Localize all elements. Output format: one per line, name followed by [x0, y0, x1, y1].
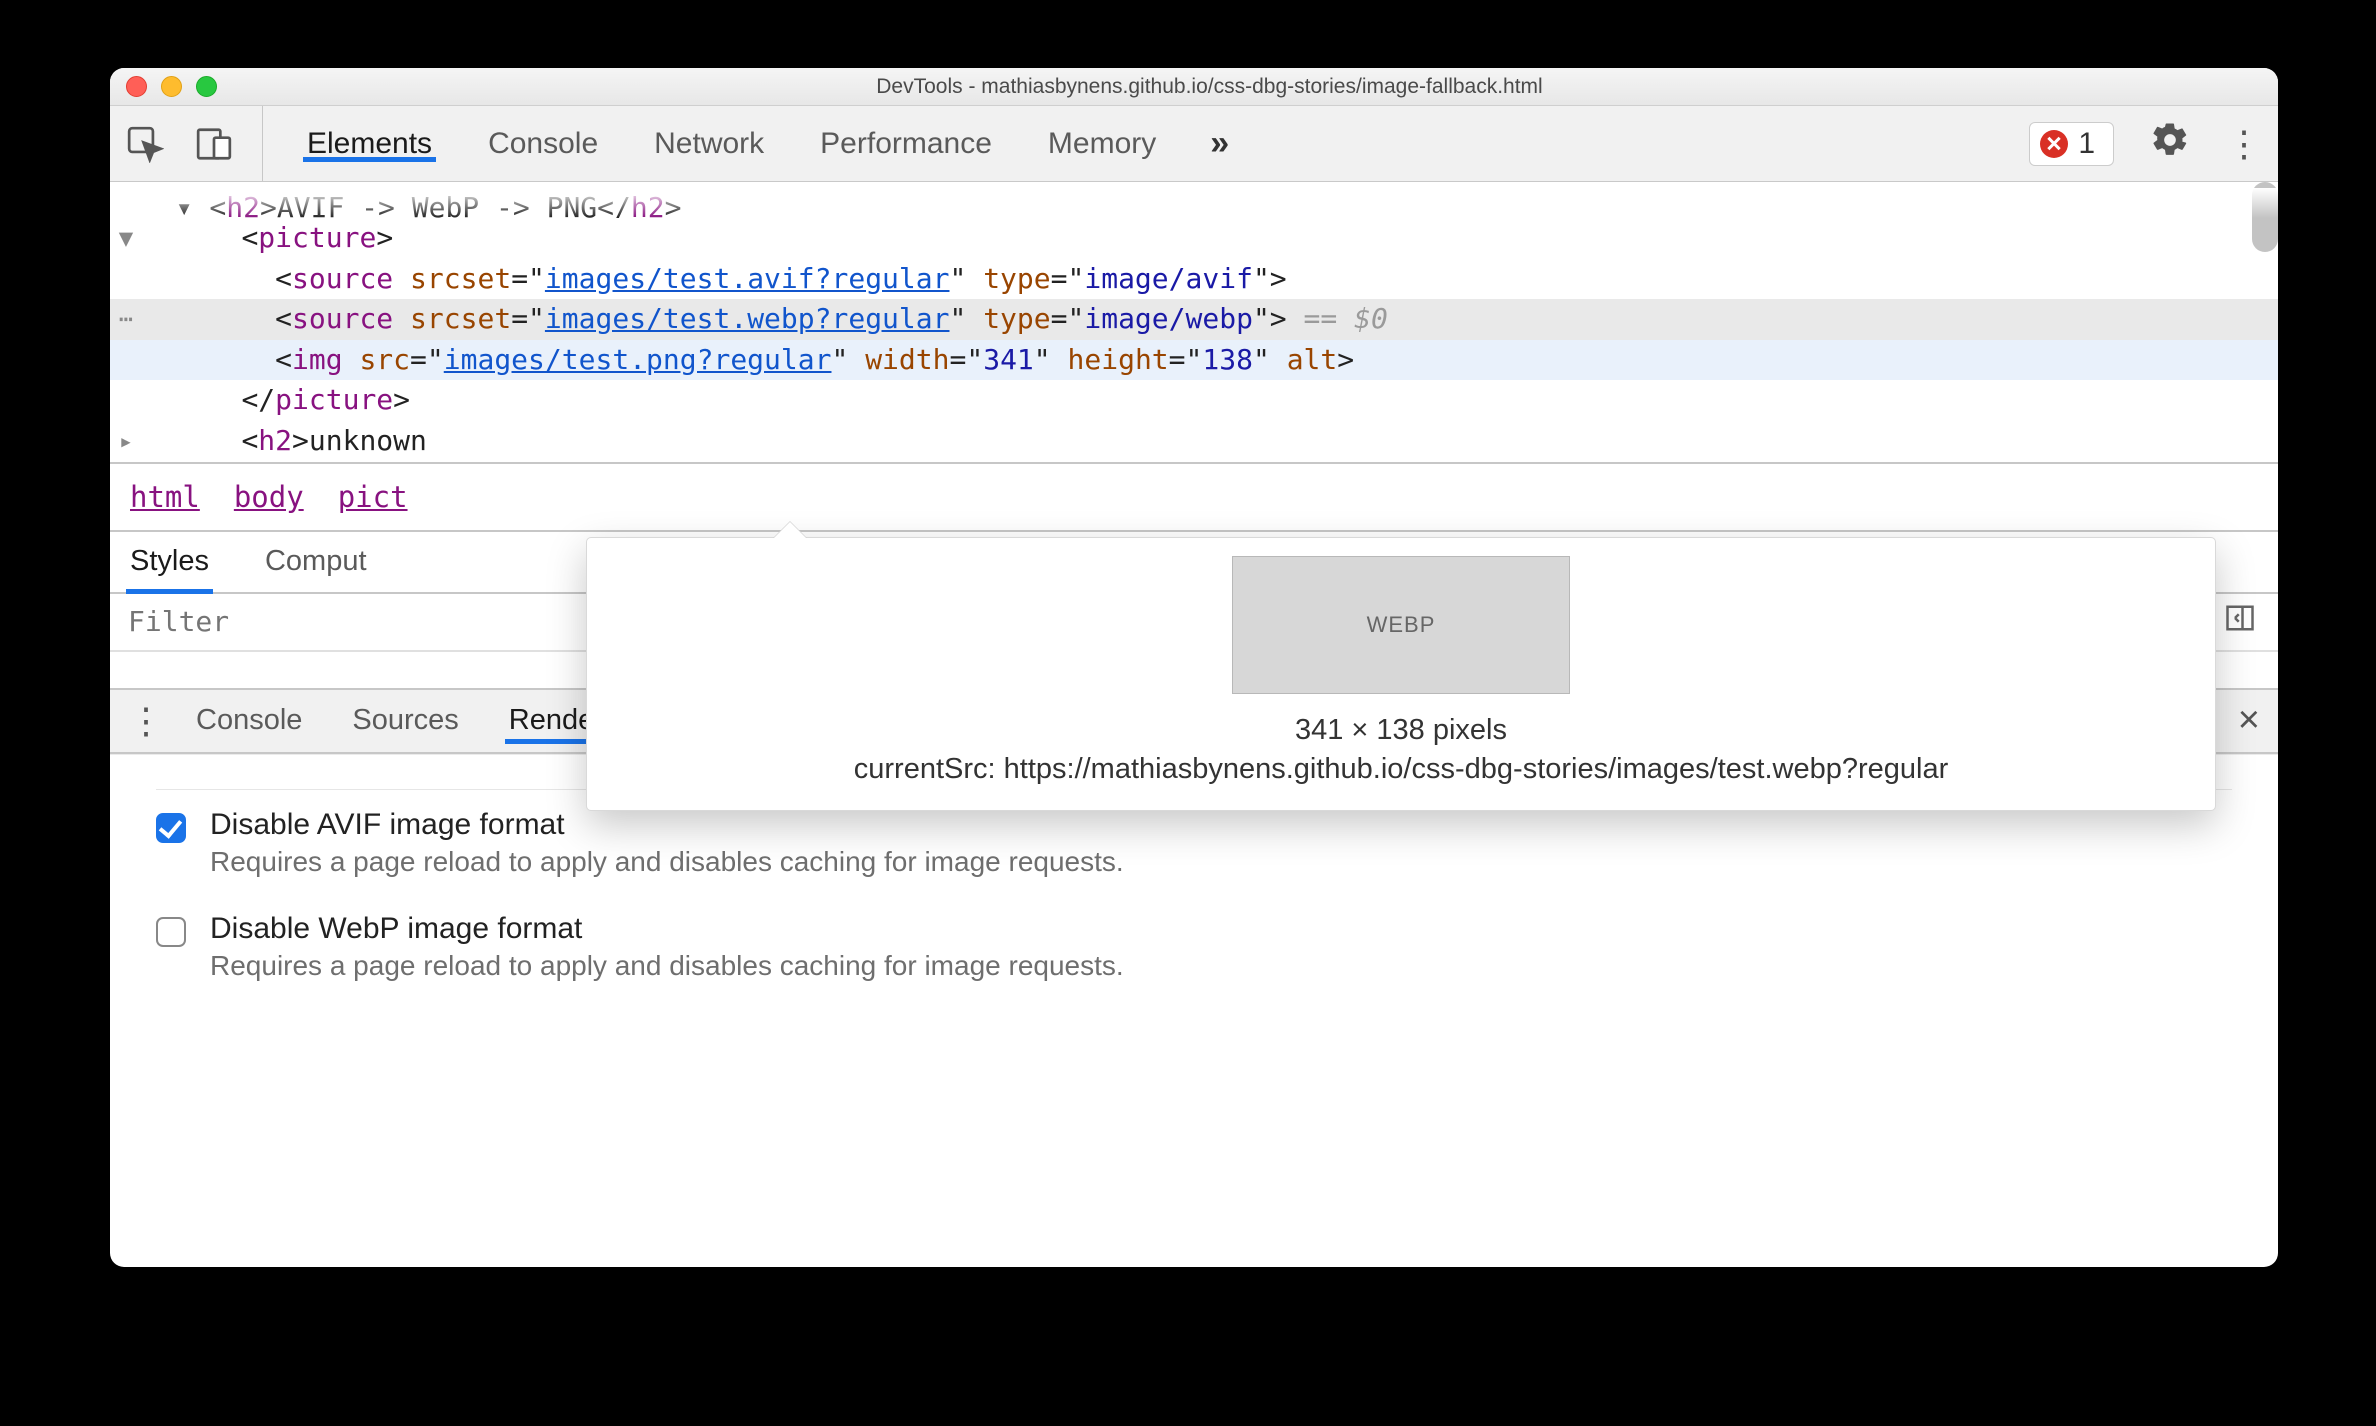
close-drawer-icon[interactable]: × — [2238, 699, 2260, 742]
preview-thumbnail: WEBP — [1232, 556, 1570, 694]
error-icon — [2040, 130, 2068, 158]
option-title: Disable AVIF image format — [210, 808, 1124, 842]
dom-node-picture-close[interactable]: </picture> — [110, 380, 2278, 421]
dom-node-h2-unknown[interactable]: ▸ <h2>unknown — [110, 421, 2278, 462]
device-toolbar-icon[interactable] — [194, 125, 234, 163]
dom-tree[interactable]: ▾ <h2>AVIF -> WebP -> PNG</h2> ▼ <pictur… — [110, 182, 2278, 530]
zoom-window-icon[interactable] — [196, 76, 217, 97]
checkbox-disable-avif[interactable] — [156, 813, 186, 843]
sidebar-toggle-icon[interactable] — [2224, 603, 2256, 640]
crumb-body[interactable]: body — [234, 476, 304, 518]
checkbox-disable-webp[interactable] — [156, 917, 186, 947]
preview-dimensions: 341 × 138 pixels — [613, 714, 2189, 747]
minimize-window-icon[interactable] — [161, 76, 182, 97]
preview-current-src: currentSrc: https://mathiasbynens.github… — [613, 753, 2189, 786]
breadcrumb[interactable]: html body pict — [110, 462, 2278, 530]
dom-node-source-avif[interactable]: <source srcset="images/test.avif?regular… — [110, 259, 2278, 300]
close-window-icon[interactable] — [126, 76, 147, 97]
inspect-element-icon[interactable] — [126, 125, 164, 163]
tab-computed[interactable]: Comput — [263, 532, 369, 592]
option-disable-avif[interactable]: Disable AVIF image format Requires a pag… — [156, 808, 2232, 878]
main-toolbar: Elements Console Network Performance Mem… — [110, 106, 2278, 182]
option-desc: Requires a page reload to apply and disa… — [210, 950, 1124, 982]
error-count: 1 — [2078, 127, 2095, 161]
dom-node-source-webp[interactable]: ⋯ <source srcset="images/test.webp?regul… — [110, 299, 2278, 340]
drawer-menu-icon[interactable]: ⋮ — [128, 700, 164, 742]
crumb-picture[interactable]: pict — [338, 476, 408, 518]
drawer-tab-console[interactable]: Console — [194, 704, 304, 737]
more-options-icon[interactable]: ⋮ — [2226, 123, 2262, 165]
window-titlebar: DevTools - mathiasbynens.github.io/css-d… — [110, 68, 2278, 106]
option-title: Disable WebP image format — [210, 912, 1124, 946]
tab-memory[interactable]: Memory — [1046, 127, 1158, 161]
tab-console[interactable]: Console — [486, 127, 600, 161]
tab-network[interactable]: Network — [652, 127, 766, 161]
window-title: DevTools - mathiasbynens.github.io/css-d… — [217, 75, 2262, 99]
window-controls — [126, 76, 217, 97]
option-desc: Requires a page reload to apply and disa… — [210, 846, 1124, 878]
drawer-tab-sources[interactable]: Sources — [350, 704, 460, 737]
dom-node-img[interactable]: <img src="images/test.png?regular" width… — [110, 340, 2278, 381]
image-preview-popover: WEBP 341 × 138 pixels currentSrc: https:… — [586, 537, 2216, 811]
devtools-window: DevTools - mathiasbynens.github.io/css-d… — [110, 68, 2278, 1267]
dom-node-picture-open[interactable]: ▼ <picture> — [110, 218, 2278, 259]
more-tabs-icon[interactable]: » — [1210, 124, 1222, 163]
option-disable-webp[interactable]: Disable WebP image format Requires a pag… — [156, 912, 2232, 982]
crumb-html[interactable]: html — [130, 476, 200, 518]
error-badge[interactable]: 1 — [2029, 122, 2114, 166]
panel-tabs: Elements Console Network Performance Mem… — [263, 124, 2017, 163]
settings-icon[interactable] — [2150, 120, 2190, 168]
tab-performance[interactable]: Performance — [818, 127, 994, 161]
tab-styles[interactable]: Styles — [128, 532, 211, 592]
tab-elements[interactable]: Elements — [305, 127, 434, 161]
